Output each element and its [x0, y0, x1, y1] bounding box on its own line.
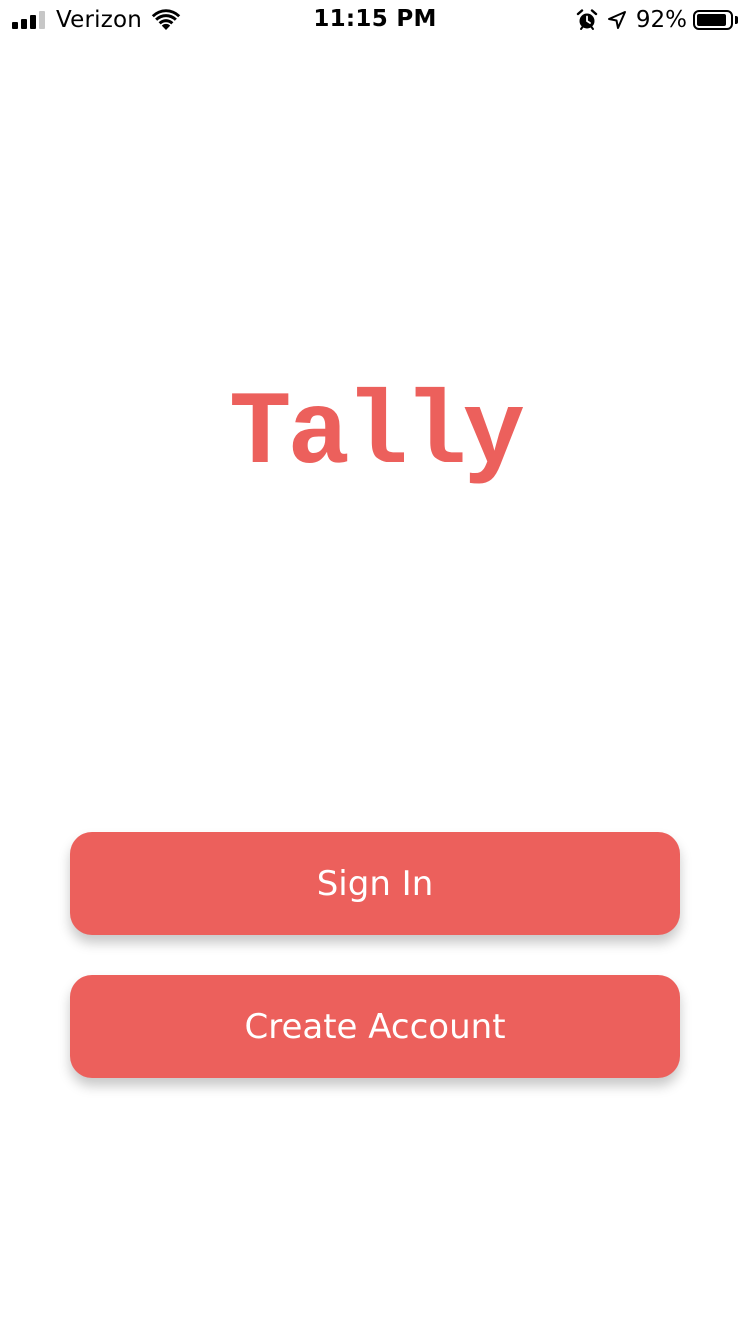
app-logo: Tally	[228, 376, 525, 494]
battery-percent: 92%	[635, 7, 687, 33]
sign-in-button[interactable]: Sign In	[70, 832, 680, 935]
battery-icon	[693, 10, 733, 30]
location-icon	[607, 11, 626, 29]
status-bar: Verizon 11:15 PM 92%	[0, 0, 750, 40]
battery-cap	[735, 16, 738, 24]
battery-fill	[697, 14, 727, 26]
create-account-button[interactable]: Create Account	[70, 975, 680, 1078]
alarm-icon	[576, 9, 598, 30]
status-right: 92%	[576, 6, 738, 34]
